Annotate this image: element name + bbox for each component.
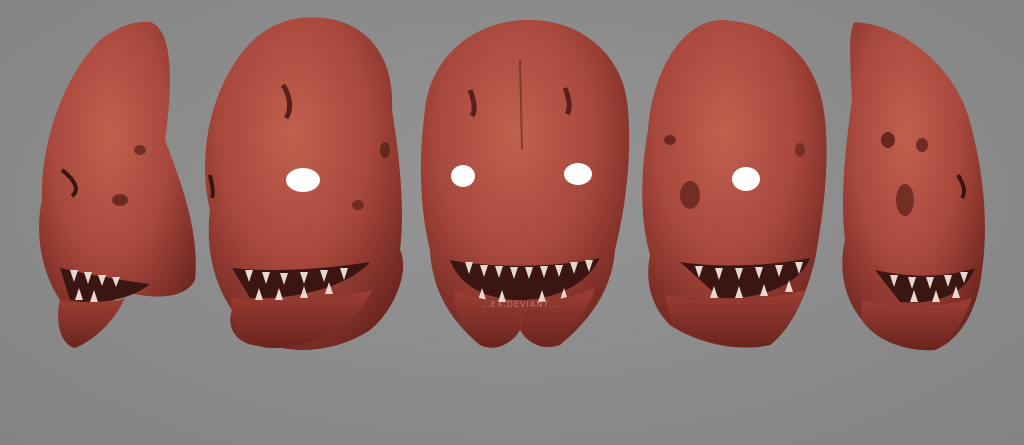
mask-view-left-three-quarter	[205, 17, 404, 350]
mask-view-front	[420, 19, 630, 348]
watermark-text: …EX.DEVIANT…	[481, 300, 559, 309]
mask-view-right-profile	[842, 22, 985, 351]
mask-view-left-profile	[39, 21, 196, 348]
mask-view-right-three-quarter	[642, 20, 827, 348]
render-stage: …EX.DEVIANT…	[0, 0, 1024, 445]
mask-renders	[39, 17, 985, 351]
